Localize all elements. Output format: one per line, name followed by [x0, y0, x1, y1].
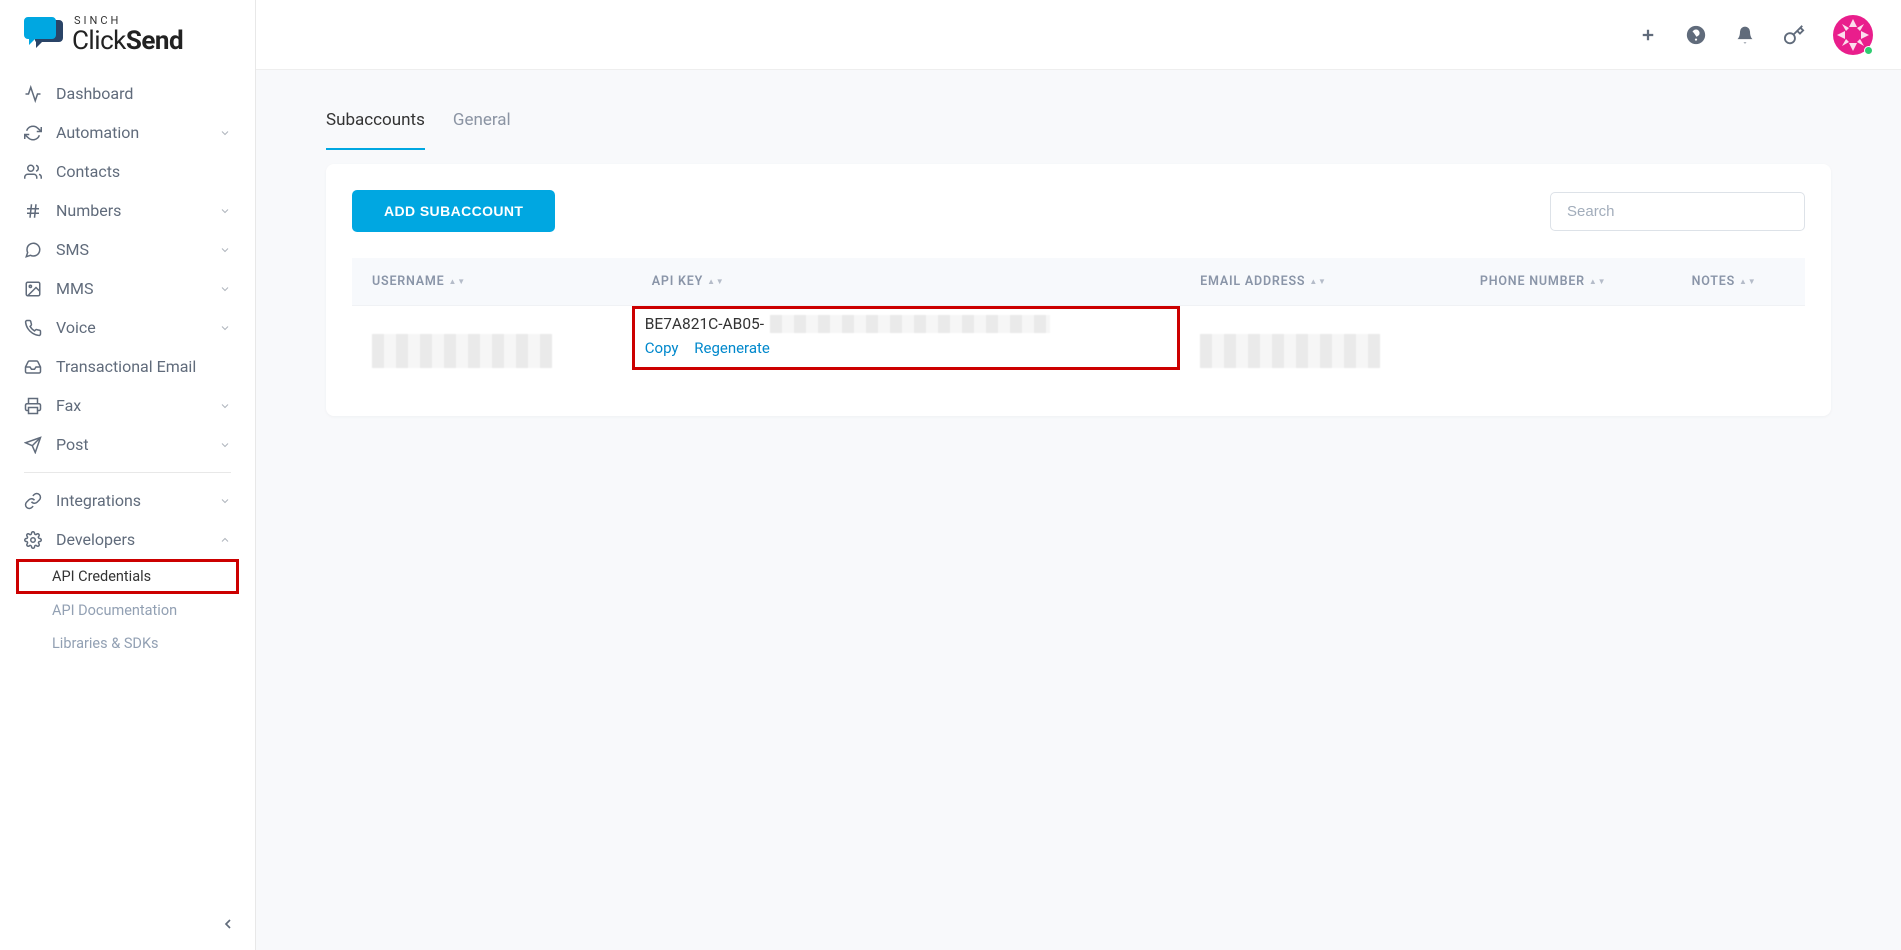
chevron-down-icon — [219, 439, 231, 451]
sidebar-item-voice[interactable]: Voice — [0, 308, 255, 347]
chevron-down-icon — [219, 244, 231, 256]
chevron-down-icon — [219, 205, 231, 217]
sort-icon: ▲▼ — [449, 280, 466, 284]
brand-name: ClickSend — [72, 28, 183, 54]
key-button[interactable] — [1783, 24, 1805, 46]
cell-username — [352, 306, 632, 391]
copy-api-key-link[interactable]: Copy — [645, 339, 679, 357]
topbar — [256, 0, 1901, 70]
add-button[interactable] — [1639, 26, 1657, 44]
subaccounts-table: USERNAME▲▼ API KEY▲▼ EMAIL ADDRESS▲▼ PHO… — [352, 258, 1805, 390]
chevron-down-icon — [219, 495, 231, 507]
sidebar-item-dashboard[interactable]: Dashboard — [0, 74, 255, 113]
sub-item-libraries-sdks[interactable]: Libraries & SDKs — [0, 627, 255, 660]
tab-general[interactable]: General — [453, 100, 511, 150]
gear-icon — [24, 531, 42, 549]
sidebar-item-sms[interactable]: SMS — [0, 230, 255, 269]
printer-icon — [24, 397, 42, 415]
sidebar-item-contacts[interactable]: Contacts — [0, 152, 255, 191]
chevron-down-icon — [219, 400, 231, 412]
tabs: Subaccounts General — [326, 100, 1831, 150]
regenerate-api-key-link[interactable]: Regenerate — [694, 339, 770, 357]
status-dot-icon — [1864, 46, 1873, 55]
col-username[interactable]: USERNAME▲▼ — [352, 258, 632, 306]
logo[interactable]: SINCH ClickSend — [0, 0, 255, 64]
tab-subaccounts[interactable]: Subaccounts — [326, 100, 425, 150]
clicksend-logo-icon — [24, 17, 66, 53]
sort-icon: ▲▼ — [1309, 280, 1326, 284]
col-phone[interactable]: PHONE NUMBER▲▼ — [1460, 258, 1672, 306]
chevron-up-icon — [219, 534, 231, 546]
notifications-button[interactable] — [1735, 25, 1755, 45]
sort-icon: ▲▼ — [1589, 280, 1606, 284]
primary-nav: Dashboard Automation Contacts Numbers SM… — [0, 64, 255, 660]
chevron-down-icon — [219, 283, 231, 295]
chevron-down-icon — [219, 127, 231, 139]
inbox-icon — [24, 358, 42, 376]
cell-email — [1180, 306, 1460, 391]
sidebar-item-integrations[interactable]: Integrations — [0, 481, 255, 520]
api-key-value: BE7A821C-AB05- — [645, 315, 764, 333]
users-icon — [24, 163, 42, 181]
send-icon — [24, 436, 42, 454]
sidebar-item-numbers[interactable]: Numbers — [0, 191, 255, 230]
redacted-value — [770, 315, 1050, 333]
add-subaccount-button[interactable]: ADD SUBACCOUNT — [352, 190, 555, 232]
sidebar-item-post[interactable]: Post — [0, 425, 255, 464]
refresh-icon — [24, 124, 42, 142]
activity-icon — [24, 85, 42, 103]
col-email[interactable]: EMAIL ADDRESS▲▼ — [1180, 258, 1460, 306]
cell-api-key: BE7A821C-AB05- Copy Regenerate — [632, 306, 1180, 391]
sort-icon: ▲▼ — [1739, 280, 1756, 284]
sidebar-item-automation[interactable]: Automation — [0, 113, 255, 152]
help-button[interactable] — [1685, 24, 1707, 46]
sidebar-collapse-button[interactable] — [220, 916, 236, 932]
brand-top: SINCH — [74, 15, 183, 26]
phone-icon — [24, 319, 42, 337]
content: Subaccounts General ADD SUBACCOUNT USERN… — [256, 70, 1901, 950]
sub-item-api-credentials[interactable]: API Credentials — [16, 559, 239, 594]
col-notes[interactable]: NOTES▲▼ — [1672, 258, 1805, 306]
main-area: Subaccounts General ADD SUBACCOUNT USERN… — [256, 0, 1901, 950]
sort-icon: ▲▼ — [707, 280, 724, 284]
redacted-value — [1200, 334, 1380, 368]
cell-phone — [1460, 306, 1672, 391]
panel: ADD SUBACCOUNT USERNAME▲▼ API KEY▲▼ EMAI… — [326, 164, 1831, 416]
sidebar: SINCH ClickSend Dashboard Automation Con… — [0, 0, 256, 950]
hash-icon — [24, 202, 42, 220]
redacted-value — [372, 334, 552, 368]
cell-notes — [1672, 306, 1805, 391]
table-row: BE7A821C-AB05- Copy Regenerate — [352, 306, 1805, 391]
image-icon — [24, 280, 42, 298]
sidebar-item-mms[interactable]: MMS — [0, 269, 255, 308]
sidebar-item-transactional-email[interactable]: Transactional Email — [0, 347, 255, 386]
sub-item-api-documentation[interactable]: API Documentation — [0, 594, 255, 627]
link-icon — [24, 492, 42, 510]
chat-icon — [24, 241, 42, 259]
api-key-highlight: BE7A821C-AB05- Copy Regenerate — [632, 306, 1180, 370]
chevron-down-icon — [219, 322, 231, 334]
sidebar-item-developers[interactable]: Developers — [0, 520, 255, 559]
search-input[interactable] — [1550, 192, 1805, 231]
col-api-key[interactable]: API KEY▲▼ — [632, 258, 1180, 306]
user-avatar[interactable] — [1833, 15, 1873, 55]
nav-divider — [24, 472, 231, 473]
sidebar-item-fax[interactable]: Fax — [0, 386, 255, 425]
